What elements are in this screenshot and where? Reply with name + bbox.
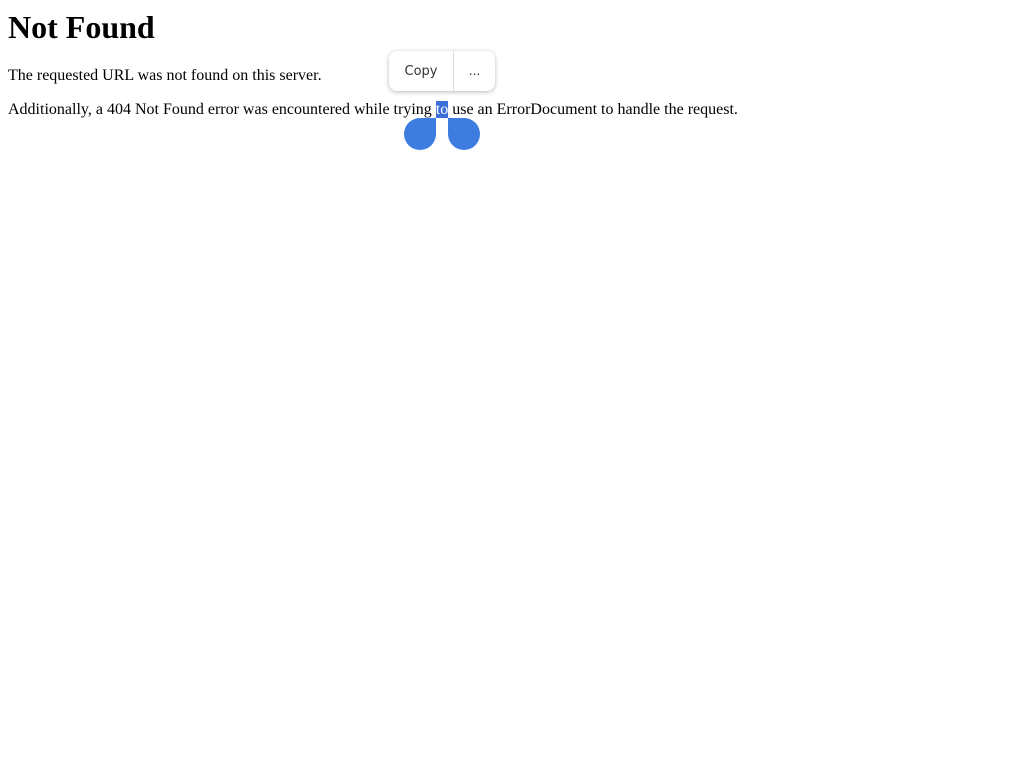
selected-text[interactable]: to — [435, 101, 449, 118]
copy-button[interactable]: Copy — [389, 51, 453, 91]
page-title: Not Found — [8, 9, 155, 45]
more-options-button[interactable]: ... — [454, 51, 495, 91]
additional-text-before: Additionally, a 404 Not Found error was … — [8, 101, 436, 118]
additional-error-message: Additionally, a 404 Not Found error was … — [8, 101, 738, 119]
selection-end-handle[interactable] — [448, 118, 480, 150]
additional-text-after: use an ErrorDocument to handle the reque… — [448, 101, 738, 118]
selection-start-handle[interactable] — [404, 118, 436, 150]
error-page-content: Not Found The requested URL was not foun… — [8, 0, 738, 119]
text-selection-toolbar: Copy ... — [389, 51, 495, 91]
error-message: The requested URL was not found on this … — [8, 67, 322, 84]
